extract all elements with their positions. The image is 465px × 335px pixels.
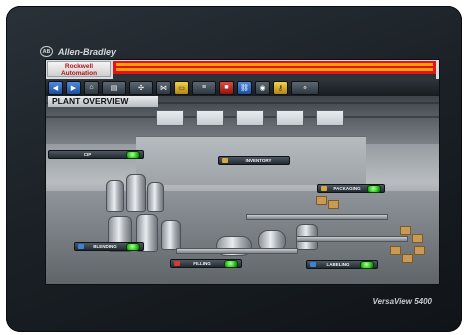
valve-icon[interactable]: ⋈ bbox=[156, 80, 171, 95]
conveyor-icon[interactable]: ≡ bbox=[192, 80, 216, 95]
navigation-bar: ◀ ▶ ⌂ ▤ ✣ ⋈ ▭ ≡ ■ ⛓ ◉ ⚷ ⚙ bbox=[46, 79, 439, 96]
package-box bbox=[400, 226, 411, 235]
status-led bbox=[360, 260, 374, 269]
package-box bbox=[390, 246, 401, 255]
settings-icon[interactable]: ⚙ bbox=[291, 80, 319, 95]
camera-icon[interactable]: ◉ bbox=[255, 80, 270, 95]
area-label: FILLING bbox=[193, 261, 211, 266]
tank bbox=[147, 182, 164, 212]
window bbox=[196, 110, 224, 126]
mixer-icon[interactable]: ✣ bbox=[129, 80, 153, 95]
status-led bbox=[126, 242, 140, 251]
blending-icon bbox=[78, 244, 84, 249]
allen-bradley-logo: AB bbox=[40, 46, 53, 57]
folder-icon[interactable]: ▭ bbox=[174, 80, 189, 95]
tank-icon[interactable]: ▤ bbox=[102, 80, 126, 95]
packaging-icon bbox=[321, 186, 327, 191]
area-button-cip[interactable]: CIP bbox=[48, 150, 144, 159]
area-label: CIP bbox=[83, 152, 92, 157]
rockwell-automation-logo: Rockwell Automation bbox=[47, 61, 111, 77]
package-box bbox=[328, 200, 339, 209]
touchscreen: Rockwell Automation ◀ ▶ ⌂ ▤ ✣ ⋈ ▭ ≡ ■ ⛓ … bbox=[45, 59, 440, 285]
window bbox=[276, 110, 304, 126]
area-button-filling[interactable]: FILLING bbox=[170, 259, 242, 268]
area-label: LABELING bbox=[326, 262, 350, 267]
conveyor bbox=[296, 236, 408, 242]
package-box bbox=[402, 254, 413, 263]
forward-arrow-icon[interactable]: ▶ bbox=[66, 80, 81, 95]
window bbox=[156, 110, 184, 126]
status-led bbox=[126, 150, 140, 159]
back-arrow-icon[interactable]: ◀ bbox=[48, 80, 63, 95]
model-name: VersaView 5400 bbox=[372, 297, 432, 306]
status-led bbox=[224, 259, 238, 268]
header-bar: Rockwell Automation bbox=[46, 60, 439, 79]
area-label: BLENDING bbox=[93, 244, 117, 249]
area-button-labeling[interactable]: LABELING bbox=[306, 260, 378, 269]
inventory-icon bbox=[222, 158, 228, 163]
window bbox=[316, 110, 344, 126]
filling-icon bbox=[174, 261, 180, 266]
package-box bbox=[316, 196, 327, 205]
brand: AB Allen-Bradley bbox=[40, 46, 116, 57]
alarm-row bbox=[116, 63, 433, 66]
stop-icon[interactable]: ■ bbox=[219, 80, 234, 95]
tank bbox=[106, 180, 124, 212]
window bbox=[236, 110, 264, 126]
conveyor bbox=[176, 248, 298, 254]
brand-name: Allen-Bradley bbox=[58, 46, 117, 57]
area-label: INVENTORY bbox=[245, 158, 272, 163]
tank bbox=[126, 174, 146, 212]
key-icon[interactable]: ⚷ bbox=[273, 80, 288, 95]
labeling-icon bbox=[310, 262, 316, 267]
network-icon[interactable]: ⛓ bbox=[237, 80, 252, 95]
conveyor bbox=[246, 214, 388, 220]
home-icon[interactable]: ⌂ bbox=[84, 80, 99, 95]
package-box bbox=[412, 234, 423, 243]
area-button-packaging[interactable]: PACKAGING bbox=[317, 184, 385, 193]
area-button-blending[interactable]: BLENDING bbox=[74, 242, 144, 251]
screen-title: PLANT OVERVIEW bbox=[48, 96, 158, 107]
status-led bbox=[367, 184, 381, 193]
package-box bbox=[414, 246, 425, 255]
area-button-inventory[interactable]: INVENTORY bbox=[218, 156, 290, 165]
alarm-row bbox=[116, 68, 433, 71]
tank bbox=[161, 220, 181, 250]
area-label: PACKAGING bbox=[333, 186, 361, 191]
